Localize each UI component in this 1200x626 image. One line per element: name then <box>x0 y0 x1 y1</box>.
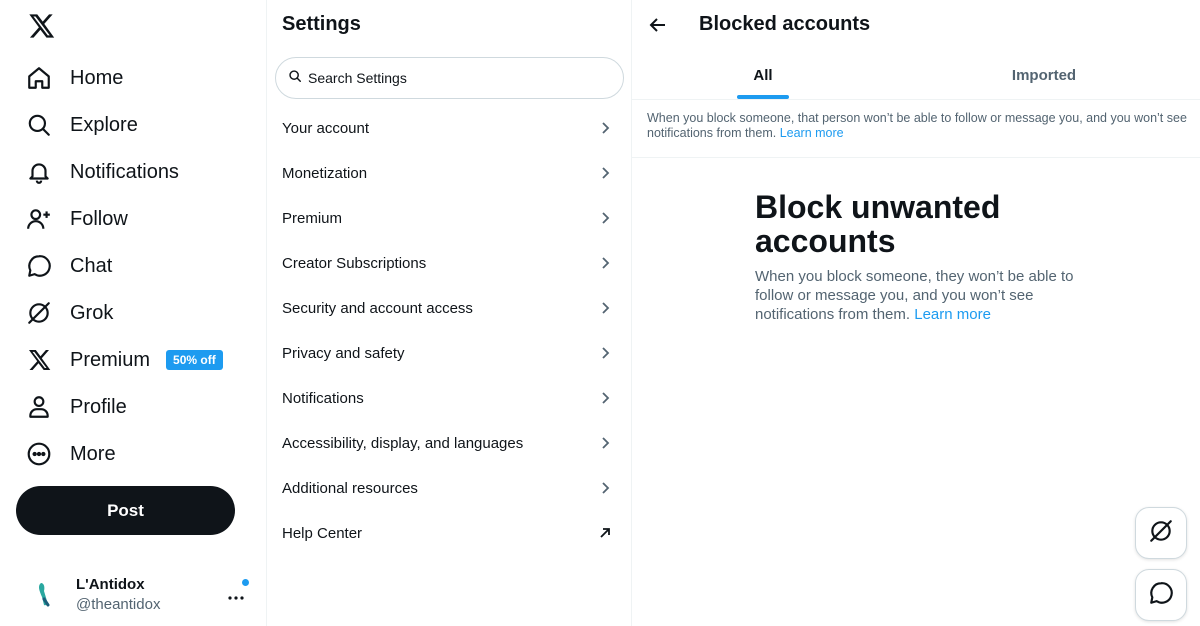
search-icon <box>288 69 302 88</box>
settings-item-additional-resources[interactable]: Additional resources <box>267 466 631 511</box>
discount-badge: 50% off <box>166 350 223 370</box>
settings-item-security[interactable]: Security and account access <box>267 286 631 331</box>
add-person-icon <box>26 206 52 232</box>
chevron-right-icon <box>597 165 613 181</box>
chevron-right-icon <box>597 480 613 496</box>
external-link-icon <box>597 525 613 541</box>
chevron-right-icon <box>597 300 613 316</box>
learn-more-link[interactable]: Learn more <box>780 126 844 140</box>
left-sidebar: Home Explore Notifications Follow Chat G… <box>0 0 267 626</box>
chevron-right-icon <box>597 210 613 226</box>
tab-bar: All Imported <box>632 50 1200 100</box>
nav-more[interactable]: More <box>14 432 128 476</box>
nav-chat-label: Chat <box>70 254 113 277</box>
tab-imported[interactable]: Imported <box>894 50 1194 100</box>
nav-follow-label: Follow <box>70 207 128 230</box>
settings-item-label: Monetization <box>282 165 368 182</box>
search-icon <box>26 112 52 138</box>
nav-grok-label: Grok <box>70 301 114 324</box>
more-circle-icon <box>26 441 52 467</box>
settings-column: Settings Your account Monetization Premi… <box>267 0 632 626</box>
settings-item-label: Privacy and safety <box>282 345 405 362</box>
nav-notifications[interactable]: Notifications <box>14 150 191 194</box>
search-settings-input[interactable] <box>308 70 608 86</box>
settings-item-help-center[interactable]: Help Center <box>267 511 631 556</box>
info-text: When you block someone, that person won’… <box>647 111 1187 141</box>
settings-item-label: Your account <box>282 120 370 137</box>
chevron-right-icon <box>597 120 613 136</box>
settings-item-premium[interactable]: Premium <box>267 196 631 241</box>
chat-icon <box>26 253 52 279</box>
post-button[interactable]: Post <box>16 486 235 535</box>
x-premium-icon <box>26 347 52 373</box>
active-tab-indicator <box>737 95 789 99</box>
settings-item-label: Additional resources <box>282 480 418 497</box>
grok-floating-button[interactable] <box>1135 507 1187 559</box>
settings-item-label: Premium <box>282 210 343 227</box>
account-handle: @theantidox <box>76 595 161 613</box>
info-description: When you block someone, that person won’… <box>647 111 1187 140</box>
divider <box>632 157 1200 158</box>
settings-item-label: Creator Subscriptions <box>282 255 427 272</box>
chat-icon <box>1148 580 1174 611</box>
avatar <box>26 574 66 614</box>
nav-home-label: Home <box>70 66 124 89</box>
grok-icon <box>1148 518 1174 549</box>
settings-item-label: Notifications <box>282 390 364 407</box>
settings-item-privacy[interactable]: Privacy and safety <box>267 331 631 376</box>
nav-chat[interactable]: Chat <box>14 244 124 288</box>
ellipsis-icon[interactable] <box>226 584 246 604</box>
nav-notifications-label: Notifications <box>70 160 179 183</box>
settings-item-accessibility[interactable]: Accessibility, display, and languages <box>267 421 631 466</box>
account-switcher[interactable]: L'Antidox @theantidox <box>14 566 260 622</box>
settings-item-your-account[interactable]: Your account <box>267 106 631 151</box>
settings-search[interactable] <box>275 57 624 99</box>
grok-icon <box>26 300 52 326</box>
settings-item-label: Help Center <box>282 525 363 542</box>
bell-icon <box>26 159 52 185</box>
blocked-accounts-panel: Blocked accounts All Imported When you b… <box>632 0 1200 626</box>
home-icon <box>26 65 52 91</box>
chat-floating-button[interactable] <box>1135 569 1187 621</box>
page-title: Blocked accounts <box>699 13 871 35</box>
nav-premium-label: Premium <box>70 348 151 371</box>
chevron-right-icon <box>597 255 613 271</box>
account-text: L'Antidox @theantidox <box>76 576 160 613</box>
nav-explore-label: Explore <box>70 113 138 136</box>
nav-explore[interactable]: Explore <box>14 103 150 147</box>
nav-follow[interactable]: Follow <box>14 197 140 241</box>
empty-state-description: When you block someone, they won’t be ab… <box>755 267 1085 324</box>
settings-item-creator-subscriptions[interactable]: Creator Subscriptions <box>267 241 631 286</box>
chevron-right-icon <box>597 435 613 451</box>
tab-all[interactable]: All <box>632 50 894 100</box>
back-arrow-icon[interactable] <box>646 13 670 37</box>
settings-title: Settings <box>282 13 361 35</box>
chevron-right-icon <box>597 390 613 406</box>
settings-item-monetization[interactable]: Monetization <box>267 151 631 196</box>
nav-premium[interactable]: Premium 50% off <box>14 338 235 382</box>
nav-grok[interactable]: Grok <box>14 291 125 335</box>
settings-item-label: Security and account access <box>282 300 473 317</box>
nav-profile[interactable]: Profile <box>14 385 139 429</box>
chevron-right-icon <box>597 345 613 361</box>
nav-more-label: More <box>70 442 116 465</box>
account-name: L'Antidox <box>76 575 145 593</box>
nav-home[interactable]: Home <box>14 56 135 100</box>
settings-item-label: Accessibility, display, and languages <box>282 435 524 452</box>
settings-item-notifications[interactable]: Notifications <box>267 376 631 421</box>
person-icon <box>26 394 52 420</box>
nav-profile-label: Profile <box>70 395 127 418</box>
x-logo-icon[interactable] <box>27 12 55 40</box>
empty-state-title: Block unwanted accounts <box>755 189 1001 259</box>
empty-state-learn-more-link[interactable]: Learn more <box>914 306 991 323</box>
